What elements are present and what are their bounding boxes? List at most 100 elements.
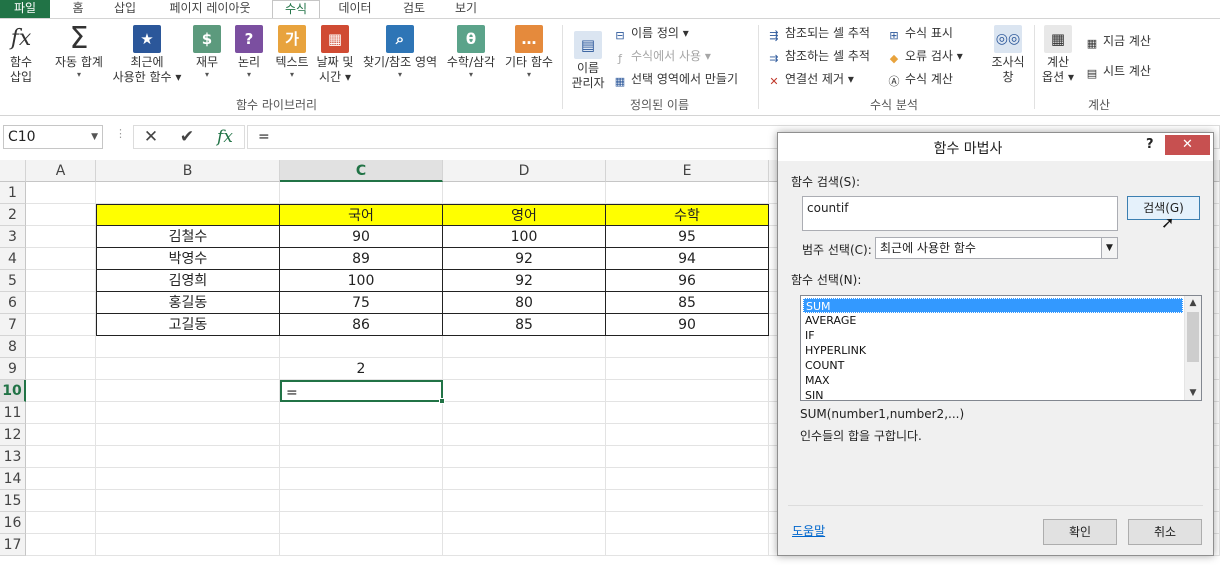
row-header[interactable]: 9 (0, 358, 26, 380)
cell[interactable] (26, 204, 96, 226)
cell[interactable] (606, 490, 769, 512)
help-link[interactable]: 도움말 (792, 522, 825, 539)
function-list-item[interactable]: IF (803, 328, 1183, 343)
watch-window-button[interactable]: ◎◎ 조사식 창 (986, 25, 1030, 85)
cell[interactable] (606, 424, 769, 446)
row-header[interactable]: 11 (0, 402, 26, 424)
select-all-corner[interactable] (0, 160, 26, 182)
cell[interactable] (443, 336, 606, 358)
cell[interactable] (96, 424, 280, 446)
trace-dependents-button[interactable]: ⇉ 참조하는 셀 추적 (766, 47, 870, 66)
header-cell[interactable]: 국어 (280, 204, 443, 226)
cell[interactable] (26, 292, 96, 314)
math-score-cell[interactable]: 85 (606, 292, 769, 314)
cell[interactable] (26, 534, 96, 556)
cell[interactable] (96, 490, 280, 512)
cell[interactable] (26, 270, 96, 292)
calculation-options-button[interactable]: ▦ 계산 옵션 ▾ (1038, 25, 1078, 85)
tab-view[interactable]: 보기 (444, 0, 488, 18)
function-list-item[interactable]: AVERAGE (803, 313, 1183, 328)
lookup-reference-button[interactable]: ⌕ 찾기/참조 영역 ▾ (358, 25, 442, 79)
evaluate-formula-button[interactable]: Ⓐ 수식 계산 (886, 70, 953, 89)
cell[interactable] (96, 380, 280, 402)
cell[interactable] (443, 402, 606, 424)
row-header[interactable]: 7 (0, 314, 26, 336)
math-score-cell[interactable]: 94 (606, 248, 769, 270)
row-header[interactable]: 17 (0, 534, 26, 556)
cell[interactable] (280, 512, 443, 534)
english-score-cell[interactable]: 92 (443, 270, 606, 292)
cancel-icon[interactable]: ✕ (136, 126, 166, 148)
cell[interactable] (26, 182, 96, 204)
more-functions-button[interactable]: … 기타 함수 ▾ (500, 25, 558, 79)
cell[interactable] (443, 182, 606, 204)
tab-review[interactable]: 검토 (392, 0, 436, 18)
cell[interactable] (96, 358, 280, 380)
cell[interactable] (26, 380, 96, 402)
column-header-b[interactable]: B (96, 160, 280, 182)
student-name-cell[interactable]: 김영희 (96, 270, 280, 292)
math-trig-button[interactable]: θ 수학/삼각 ▾ (442, 25, 500, 79)
cell[interactable] (443, 446, 606, 468)
function-list-item[interactable]: SUM (803, 298, 1183, 313)
cell[interactable] (443, 534, 606, 556)
search-function-input[interactable]: countif (802, 196, 1118, 231)
cell[interactable] (26, 446, 96, 468)
math-score-cell[interactable]: 90 (606, 314, 769, 336)
header-cell[interactable]: 영어 (443, 204, 606, 226)
cell[interactable] (443, 468, 606, 490)
row-header[interactable]: 3 (0, 226, 26, 248)
korean-score-cell[interactable]: 100 (280, 270, 443, 292)
error-checking-button[interactable]: ◆ 오류 검사 ▾ (886, 47, 963, 66)
function-list-scrollbar[interactable]: ▲ ▼ (1184, 296, 1201, 400)
cell[interactable] (280, 182, 443, 204)
cell[interactable] (96, 512, 280, 534)
function-list-item[interactable]: SIN (803, 388, 1183, 400)
function-list-item[interactable]: HYPERLINK (803, 343, 1183, 358)
recently-used-button[interactable]: ★ 최근에 사용한 함수 ▾ (110, 25, 184, 85)
korean-score-cell[interactable]: 90 (280, 226, 443, 248)
cell[interactable] (606, 534, 769, 556)
cell[interactable] (606, 358, 769, 380)
cancel-button[interactable]: 취소 (1128, 519, 1202, 545)
cell[interactable] (280, 402, 443, 424)
column-header-e[interactable]: E (606, 160, 769, 182)
tab-formulas[interactable]: 수식 (272, 0, 320, 19)
english-score-cell[interactable]: 100 (443, 226, 606, 248)
scroll-thumb[interactable] (1187, 312, 1199, 362)
row-header[interactable]: 4 (0, 248, 26, 270)
math-score-cell[interactable]: 95 (606, 226, 769, 248)
name-manager-button[interactable]: ▤ 이름 관리자 (566, 31, 610, 91)
function-list-item[interactable]: MAX (803, 373, 1183, 388)
tab-insert[interactable]: 삽입 (104, 0, 146, 18)
calculate-sheet-button[interactable]: ▤ 시트 계산 (1084, 62, 1151, 81)
cell[interactable] (443, 358, 606, 380)
function-list-item[interactable]: COUNT (803, 358, 1183, 373)
logical-button[interactable]: ? 논리 ▾ (232, 25, 266, 79)
cell[interactable] (96, 534, 280, 556)
financial-button[interactable]: $ 재무 ▾ (190, 25, 224, 79)
active-cell-c10[interactable]: = (280, 380, 443, 402)
column-header-c[interactable]: C (280, 160, 443, 182)
row-header[interactable]: 15 (0, 490, 26, 512)
student-name-cell[interactable]: 홍길동 (96, 292, 280, 314)
ok-button[interactable]: 확인 (1043, 519, 1117, 545)
row-header[interactable]: 6 (0, 292, 26, 314)
cell[interactable] (26, 226, 96, 248)
english-score-cell[interactable]: 92 (443, 248, 606, 270)
english-score-cell[interactable]: 85 (443, 314, 606, 336)
cell[interactable] (443, 424, 606, 446)
cell[interactable] (280, 468, 443, 490)
tab-data[interactable]: 데이터 (328, 0, 382, 18)
row-header[interactable]: 10 (0, 380, 26, 402)
cell[interactable] (606, 402, 769, 424)
cell[interactable] (443, 380, 606, 402)
cell[interactable] (96, 182, 280, 204)
autosum-button[interactable]: Σ 자동 합계 ▾ (50, 24, 108, 80)
row-header[interactable]: 13 (0, 446, 26, 468)
use-in-formula-button[interactable]: ƒ 수식에서 사용 ▾ (612, 47, 711, 66)
korean-score-cell[interactable]: 75 (280, 292, 443, 314)
cell[interactable] (606, 468, 769, 490)
scroll-up-icon[interactable]: ▲ (1185, 296, 1201, 310)
cell[interactable] (96, 336, 280, 358)
